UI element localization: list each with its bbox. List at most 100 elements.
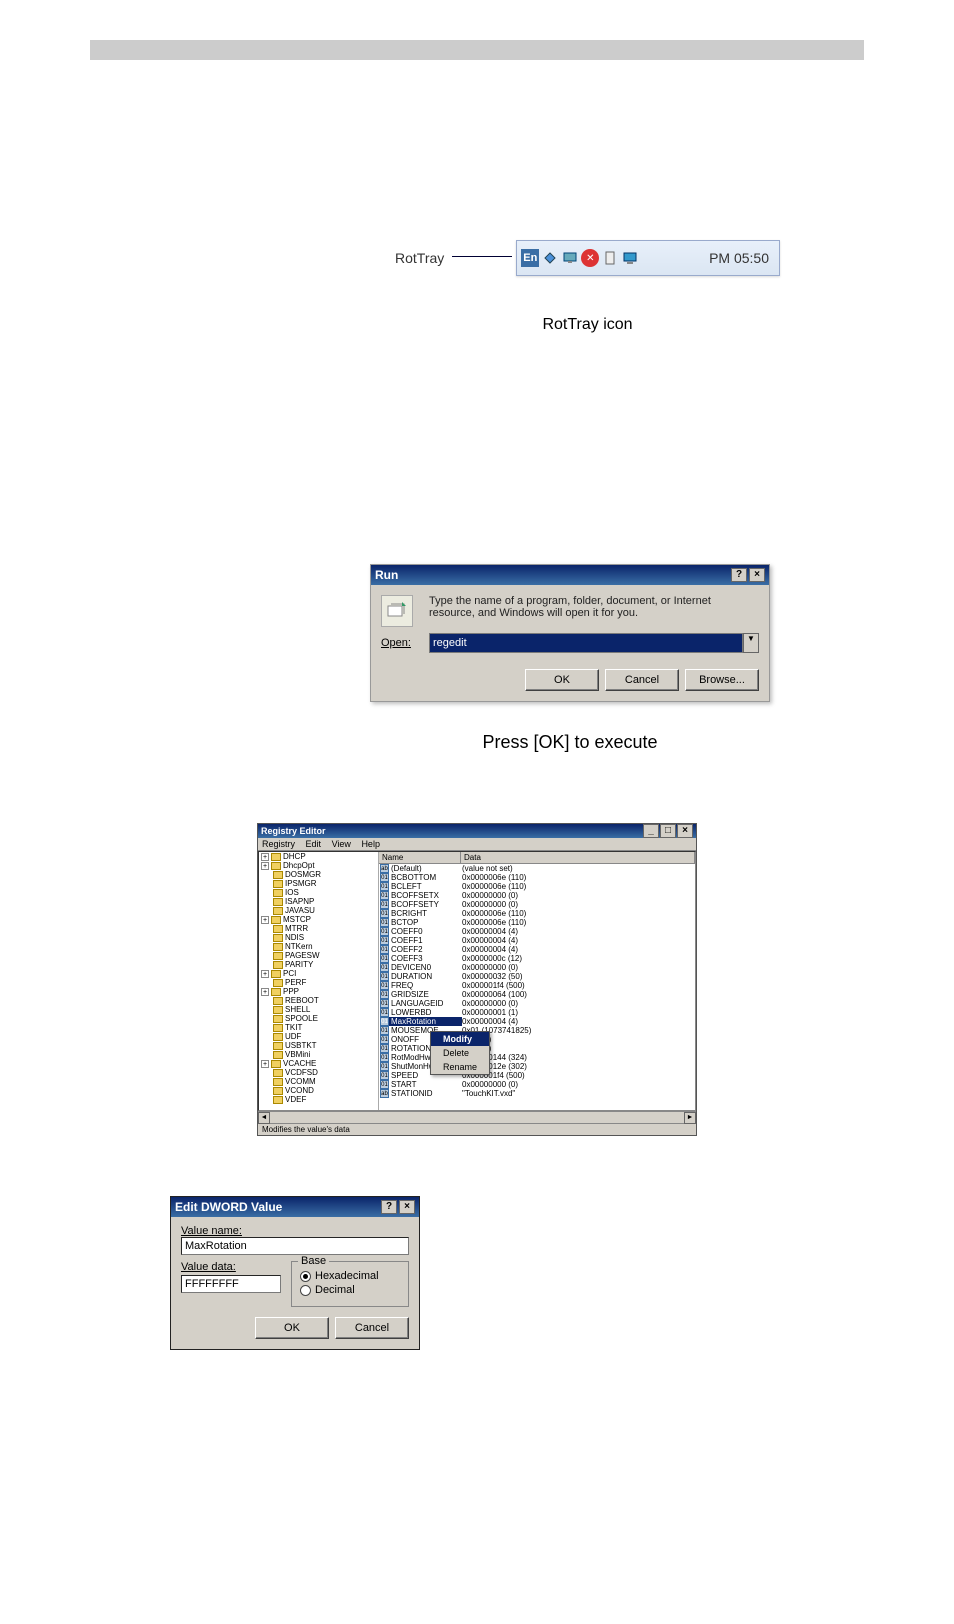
- registry-value-row[interactable]: 01GRIDSIZE0x00000064 (100): [379, 990, 695, 999]
- maximize-button[interactable]: □: [660, 824, 676, 838]
- registry-value-row[interactable]: 01FREQ0x000001f4 (500): [379, 981, 695, 990]
- registry-value-row[interactable]: 01ShutMonHwnd0x0000012e (302): [379, 1062, 695, 1071]
- ctx-rename[interactable]: Rename: [431, 1060, 489, 1074]
- ok-button[interactable]: OK: [255, 1317, 329, 1339]
- tree-item[interactable]: +DhcpOpt: [259, 861, 378, 870]
- tree-item[interactable]: SHELL: [259, 1005, 378, 1014]
- registry-tree[interactable]: +DHCP+DhcpOptDOSMGRIPSMGRIOSISAPNPJAVASU…: [259, 852, 379, 1110]
- tree-item[interactable]: PAGESW: [259, 951, 378, 960]
- tree-item[interactable]: ISAPNP: [259, 897, 378, 906]
- registry-value-row[interactable]: 01MaxRotation0x00000004 (4): [379, 1017, 695, 1026]
- expand-icon[interactable]: +: [261, 970, 269, 978]
- minimize-button[interactable]: _: [643, 824, 659, 838]
- value-data-input[interactable]: [181, 1275, 281, 1293]
- rottray-icon[interactable]: [541, 249, 559, 267]
- tree-item[interactable]: MTRR: [259, 924, 378, 933]
- close-button[interactable]: ×: [399, 1200, 415, 1214]
- menu-view[interactable]: View: [332, 839, 351, 849]
- help-button[interactable]: ?: [381, 1200, 397, 1214]
- tree-item[interactable]: VCOND: [259, 1086, 378, 1095]
- ok-button[interactable]: OK: [525, 669, 599, 691]
- cancel-button[interactable]: Cancel: [335, 1317, 409, 1339]
- registry-value-row[interactable]: 01BCRIGHT0x0000006e (110): [379, 909, 695, 918]
- registry-value-row[interactable]: 01BCOFFSETX0x00000000 (0): [379, 891, 695, 900]
- tree-item[interactable]: +VCACHE: [259, 1059, 378, 1068]
- cancel-button[interactable]: Cancel: [605, 669, 679, 691]
- registry-value-row[interactable]: 01BCBOTTOM0x0000006e (110): [379, 873, 695, 882]
- registry-value-row[interactable]: 01ONOFF0x01 (1): [379, 1035, 695, 1044]
- registry-value-row[interactable]: 01BCTOP0x0000006e (110): [379, 918, 695, 927]
- tree-item[interactable]: NDIS: [259, 933, 378, 942]
- expand-icon[interactable]: +: [261, 916, 269, 924]
- registry-value-row[interactable]: 01DEVICEN00x00000000 (0): [379, 963, 695, 972]
- menu-help[interactable]: Help: [361, 839, 380, 849]
- tree-item[interactable]: REBOOT: [259, 996, 378, 1005]
- value-name-input[interactable]: [181, 1237, 409, 1255]
- tree-item[interactable]: VDEF: [259, 1095, 378, 1104]
- tree-item[interactable]: NTKern: [259, 942, 378, 951]
- scroll-right-button[interactable]: ►: [684, 1112, 696, 1124]
- registry-value-row[interactable]: 01BCLEFT0x0000006e (110): [379, 882, 695, 891]
- monitor-icon[interactable]: [621, 249, 639, 267]
- registry-value-row[interactable]: abSTATIONID"TouchKIT.vxd": [379, 1089, 695, 1098]
- registry-value-row[interactable]: 01RotModHwnd0x00000144 (324): [379, 1053, 695, 1062]
- registry-value-row[interactable]: 01COEFF10x00000004 (4): [379, 936, 695, 945]
- tree-item[interactable]: +MSTCP: [259, 915, 378, 924]
- tree-item[interactable]: USBTKT: [259, 1041, 378, 1050]
- registry-value-row[interactable]: 01LANGUAGEID0x00000000 (0): [379, 999, 695, 1008]
- registry-value-row[interactable]: 01ROTATION0x00 (0): [379, 1044, 695, 1053]
- tree-item[interactable]: VCDFSD: [259, 1068, 378, 1077]
- expand-icon[interactable]: +: [261, 988, 269, 996]
- column-data[interactable]: Data: [461, 852, 695, 863]
- open-input[interactable]: [429, 633, 743, 653]
- dropdown-button[interactable]: ▼: [743, 633, 759, 653]
- device-icon[interactable]: [601, 249, 619, 267]
- expand-icon[interactable]: +: [261, 862, 269, 870]
- lang-indicator-icon[interactable]: En: [521, 249, 539, 267]
- column-name[interactable]: Name: [379, 852, 461, 863]
- tree-item[interactable]: +PPP: [259, 987, 378, 996]
- expand-icon[interactable]: +: [261, 853, 269, 861]
- menu-registry[interactable]: Registry: [262, 839, 295, 849]
- clock[interactable]: PM 05:50: [703, 250, 775, 266]
- horizontal-scrollbar[interactable]: ◄ ►: [258, 1111, 696, 1123]
- tree-item[interactable]: PARITY: [259, 960, 378, 969]
- browse-button[interactable]: Browse...: [685, 669, 759, 691]
- hex-radio[interactable]: [300, 1271, 311, 1282]
- tree-item[interactable]: SPOOLE: [259, 1014, 378, 1023]
- ctx-delete[interactable]: Delete: [431, 1046, 489, 1060]
- registry-value-row[interactable]: 01LOWERBD0x00000001 (1): [379, 1008, 695, 1017]
- registry-value-row[interactable]: 01COEFF00x00000004 (4): [379, 927, 695, 936]
- help-button[interactable]: ?: [731, 568, 747, 582]
- registry-value-row[interactable]: ab(Default)(value not set): [379, 864, 695, 873]
- registry-value-row[interactable]: 01COEFF30x0000000c (12): [379, 954, 695, 963]
- tree-item[interactable]: DOSMGR: [259, 870, 378, 879]
- tree-item[interactable]: +DHCP: [259, 852, 378, 861]
- menu-edit[interactable]: Edit: [306, 839, 322, 849]
- close-tray-icon[interactable]: ✕: [581, 249, 599, 267]
- registry-value-row[interactable]: 01DURATION0x00000032 (50): [379, 972, 695, 981]
- close-button[interactable]: ×: [677, 824, 693, 838]
- tree-item[interactable]: IOS: [259, 888, 378, 897]
- dec-radio-row[interactable]: Decimal: [300, 1284, 400, 1296]
- hex-radio-row[interactable]: Hexadecimal: [300, 1270, 400, 1282]
- registry-value-row[interactable]: 01BCOFFSETY0x00000000 (0): [379, 900, 695, 909]
- ctx-modify[interactable]: Modify: [431, 1032, 489, 1046]
- tree-item[interactable]: VCOMM: [259, 1077, 378, 1086]
- tree-item[interactable]: UDF: [259, 1032, 378, 1041]
- tree-item[interactable]: TKIT: [259, 1023, 378, 1032]
- registry-value-row[interactable]: 01MOUSEMOE0x01 (1073741825): [379, 1026, 695, 1035]
- registry-value-row[interactable]: 01COEFF20x00000004 (4): [379, 945, 695, 954]
- tree-item[interactable]: VBMini: [259, 1050, 378, 1059]
- registry-value-row[interactable]: 01START0x00000000 (0): [379, 1080, 695, 1089]
- scroll-left-button[interactable]: ◄: [258, 1112, 270, 1124]
- tree-item[interactable]: IPSMGR: [259, 879, 378, 888]
- registry-value-list[interactable]: Name Data ab(Default)(value not set)01BC…: [379, 852, 695, 1110]
- tree-item[interactable]: JAVASU: [259, 906, 378, 915]
- dec-radio[interactable]: [300, 1285, 311, 1296]
- tree-item[interactable]: PERF: [259, 978, 378, 987]
- display-icon[interactable]: [561, 249, 579, 267]
- expand-icon[interactable]: +: [261, 1060, 269, 1068]
- tree-item[interactable]: +PCI: [259, 969, 378, 978]
- registry-value-row[interactable]: 01SPEED0x000001f4 (500): [379, 1071, 695, 1080]
